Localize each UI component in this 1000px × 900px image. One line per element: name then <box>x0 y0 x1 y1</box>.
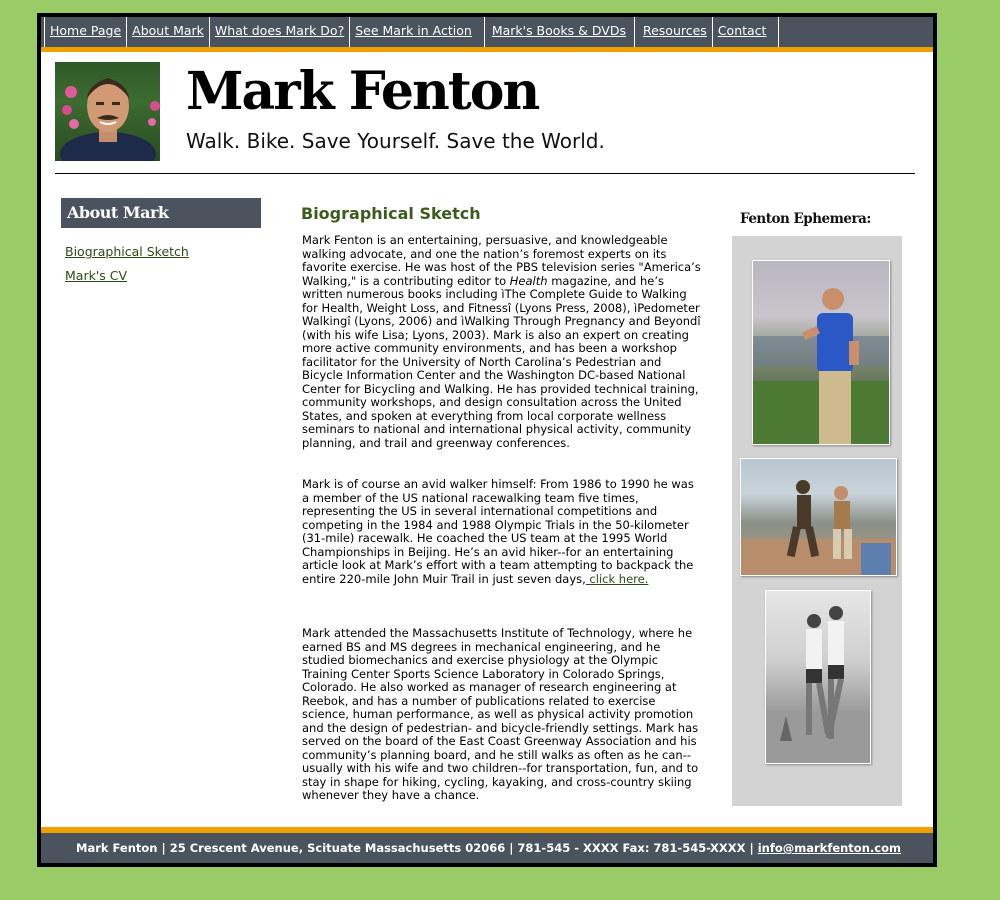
portrait-illustration <box>60 78 160 161</box>
racewalkers-illustration <box>766 606 870 763</box>
footer: Mark Fenton | 25 Crescent Avenue, Scitua… <box>41 833 933 863</box>
footer-address: Mark Fenton | 25 Crescent Avenue, Scitua… <box>76 841 758 855</box>
bio-paragraph-2-text: Mark is of course an avid walker himself… <box>302 477 694 586</box>
page-title: Biographical Sketch <box>301 204 481 223</box>
nav-resources[interactable]: Resources <box>635 17 713 47</box>
nav-accent-rule <box>41 47 933 52</box>
bio-paragraph-1-text-b: magazine, and he’s written numerous book… <box>302 273 701 450</box>
photo-statue-racewalk <box>740 458 897 576</box>
ephemera-panel <box>732 236 902 806</box>
page-frame: Home Page About Mark What does Mark Do? … <box>37 13 937 867</box>
statue-illustration <box>741 480 896 575</box>
nav-what-does-mark-do[interactable]: What does Mark Do? <box>210 17 351 47</box>
click-here-link[interactable]: click here. <box>586 572 648 586</box>
page-content: Home Page About Mark What does Mark Do? … <box>41 17 933 863</box>
sidebar-link-marks-cv[interactable]: Mark's CV <box>65 268 127 283</box>
health-magazine-name: Health <box>509 273 548 288</box>
nav-books-dvds[interactable]: Mark's Books & DVDs <box>485 17 635 47</box>
photo-racewalkers-bw <box>765 590 871 764</box>
bio-paragraph-3: Mark attended the Massachusetts Institut… <box>302 626 699 802</box>
footer-email-link[interactable]: info@markfenton.com <box>758 841 901 855</box>
top-nav: Home Page About Mark What does Mark Do? … <box>41 17 933 47</box>
nav-home[interactable]: Home Page <box>44 17 128 47</box>
sidebar-heading: About Mark <box>61 198 261 228</box>
bio-paragraph-1: Mark Fenton is an entertaining, persuasi… <box>302 233 704 450</box>
footer-contact-info: Mark Fenton | 25 Crescent Avenue, Scitua… <box>76 833 901 863</box>
portrait-photo <box>55 62 160 161</box>
header-divider <box>55 173 915 174</box>
ephemera-title: Fenton Ephemera: <box>740 211 871 227</box>
nav-about-mark[interactable]: About Mark <box>127 17 210 47</box>
site-title: Mark Fenton <box>186 61 540 122</box>
site-tagline: Walk. Bike. Save Yourself. Save the Worl… <box>186 129 605 153</box>
nav-contact[interactable]: Contact <box>713 17 780 47</box>
bio-paragraph-2: Mark is of course an avid walker himself… <box>302 477 704 586</box>
sidebar-link-biographical-sketch[interactable]: Biographical Sketch <box>65 244 189 259</box>
photo-mark-walking-lakeside <box>752 260 890 445</box>
nav-see-mark-in-action[interactable]: See Mark in Action <box>350 17 485 47</box>
lakeside-illustration <box>753 288 889 444</box>
